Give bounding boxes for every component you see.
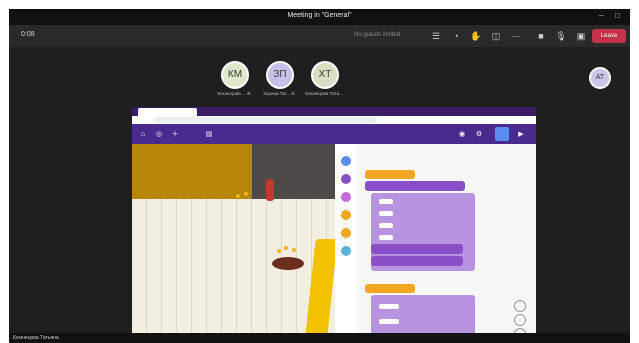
scene-flower [284,246,288,250]
share-icon[interactable]: ▣ [574,29,588,43]
title-bar: Meeting in "General" – □ [9,9,630,25]
block-input[interactable] [379,235,393,240]
minimize-icon[interactable]: – [599,11,603,20]
leave-button[interactable]: Leave [592,29,626,43]
category-looks[interactable] [341,174,351,184]
home-icon[interactable]: ⌂ [138,130,148,140]
hand-icon[interactable]: ✋ [469,29,483,43]
block-input[interactable] [379,211,393,216]
chat-icon[interactable]: ◔ [449,29,463,43]
scene-character [266,179,274,201]
meeting-toolbar: 0:08 No guests invited ☰ ◔ ✋ ◫ ⋯ ■ 🎙 ▣ L… [9,25,630,47]
zoom-in-icon[interactable] [514,300,526,312]
block-input[interactable] [379,304,399,309]
browser-tab[interactable] [138,108,197,116]
shared-screen: ⌂ ◎ ＋ ▤ ◉ ⚙ ▶ ▭ ⤓ ⤢ [132,107,536,343]
breakout-icon[interactable]: ◫ [489,29,503,43]
block-input[interactable] [379,199,393,204]
block-input[interactable] [379,319,399,324]
participant-avatar-kht[interactable]: ХТ [311,61,339,89]
category-motion[interactable] [341,156,351,166]
scene-flower [236,194,240,198]
code-block[interactable] [371,244,463,254]
new-icon[interactable]: ＋ [170,130,180,140]
presenter-name: Ксюнецова Татьяна [13,335,59,341]
app-header: ⌂ ◎ ＋ ▤ ◉ ⚙ ▶ [132,124,536,144]
address-bar [132,116,536,124]
code-view-button[interactable] [495,127,509,141]
scene-planter [272,257,304,270]
scene-floor [132,199,335,343]
tutorial-icon[interactable]: ◎ [154,130,164,140]
scene-flower [277,249,281,253]
participant-avatar-km[interactable]: КМ [221,61,249,89]
window-title: Meeting in "General" [287,12,352,19]
scene-flower [244,192,248,196]
participant-name-kht: Ксюнецова Тата... [305,91,343,96]
people-icon[interactable]: ☰ [429,29,443,43]
meeting-timer: 0:08 [21,31,35,38]
mic-icon[interactable]: 🎙 [554,29,568,43]
code-block[interactable] [365,170,415,179]
participant-avatar-zp[interactable]: ЗП [266,61,294,89]
category-sound[interactable] [341,192,351,202]
play-icon[interactable]: ▶ [516,130,526,140]
settings-icon[interactable]: ⚙ [474,130,484,140]
block-input[interactable] [379,223,393,228]
scene-flower [292,248,296,252]
restore-icon[interactable]: □ [615,11,620,20]
block-palette [335,144,358,343]
camera-icon[interactable]: ■ [534,29,548,43]
more-icon[interactable]: ⋯ [509,29,523,43]
game-scene[interactable]: ▭ ⤓ ⤢ [132,144,335,343]
browser-tab-strip [132,107,536,116]
code-block[interactable] [371,256,463,266]
participant-avatar-at[interactable]: AT [589,67,611,89]
code-block[interactable] [365,181,465,191]
url-field[interactable] [154,117,377,123]
guest-status-text: No guests invited [354,32,401,38]
code-block[interactable] [365,284,415,293]
category-control[interactable] [341,228,351,238]
teams-meeting-window: Meeting in "General" – □ 0:08 No guests … [9,9,630,343]
presenter-strip: Ксюнецова Татьяна [9,333,630,343]
projects-icon[interactable]: ▤ [204,130,214,140]
category-events[interactable] [341,210,351,220]
share-project-icon[interactable]: ◉ [457,130,467,140]
code-workspace[interactable] [357,144,536,343]
category-sensing[interactable] [341,246,351,256]
zoom-reset-icon[interactable] [514,314,526,326]
